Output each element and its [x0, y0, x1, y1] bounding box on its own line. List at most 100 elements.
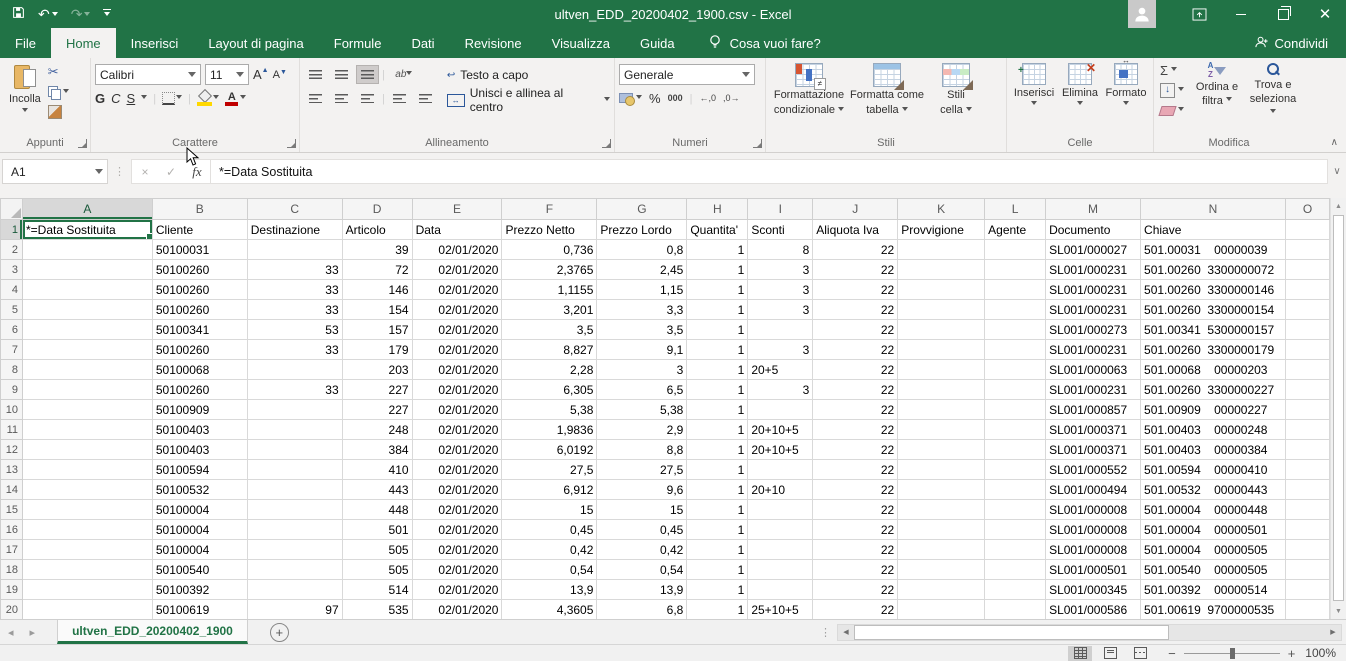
percent-style-button[interactable]: %	[649, 91, 661, 106]
cell-D19[interactable]: 514	[342, 580, 412, 600]
customize-qat-button[interactable]	[103, 9, 111, 19]
tab-revisione[interactable]: Revisione	[450, 28, 537, 58]
cell-I19[interactable]	[748, 580, 813, 600]
row-header-20[interactable]: 20	[1, 600, 23, 620]
underline-button[interactable]: S	[127, 91, 136, 106]
tab-dati[interactable]: Dati	[396, 28, 449, 58]
cell-H17[interactable]: 1	[687, 540, 748, 560]
increase-decimal-button[interactable]: ←,0	[699, 94, 716, 103]
scroll-right-icon[interactable]: ▶	[1325, 628, 1341, 636]
row-header-3[interactable]: 3	[1, 260, 23, 280]
cell-H16[interactable]: 1	[687, 520, 748, 540]
cell-A3[interactable]	[22, 260, 152, 280]
cell-G1[interactable]: Prezzo Lordo	[597, 220, 687, 240]
cell-F4[interactable]: 1,1155	[502, 280, 597, 300]
cell-J20[interactable]: 22	[813, 600, 898, 620]
cell-O18[interactable]	[1286, 560, 1330, 580]
cell-M5[interactable]: SL001/000231	[1046, 300, 1141, 320]
cell-H7[interactable]: 1	[687, 340, 748, 360]
scroll-down-icon[interactable]: ▼	[1331, 603, 1346, 619]
cell-B18[interactable]: 50100540	[152, 560, 247, 580]
cell-O13[interactable]	[1286, 460, 1330, 480]
cell-O17[interactable]	[1286, 540, 1330, 560]
formula-bar-splitter[interactable]: ⋮	[108, 165, 131, 178]
cell-M8[interactable]: SL001/000063	[1046, 360, 1141, 380]
column-header-G[interactable]: G	[597, 199, 687, 220]
next-sheet-icon[interactable]: ▸	[22, 626, 44, 639]
cell-H15[interactable]: 1	[687, 500, 748, 520]
cell-G8[interactable]: 3	[597, 360, 687, 380]
cell-G7[interactable]: 9,1	[597, 340, 687, 360]
cell-O20[interactable]	[1286, 600, 1330, 620]
format-painter-button[interactable]	[48, 104, 69, 120]
cell-I7[interactable]: 3	[748, 340, 813, 360]
cell-H4[interactable]: 1	[687, 280, 748, 300]
cell-O1[interactable]	[1286, 220, 1330, 240]
new-sheet-button[interactable]: +	[270, 623, 289, 642]
cell-J11[interactable]: 22	[813, 420, 898, 440]
cell-E7[interactable]: 02/01/2020	[412, 340, 502, 360]
cell-K17[interactable]	[898, 540, 985, 560]
align-right-button[interactable]	[356, 89, 379, 108]
cell-M19[interactable]: SL001/000345	[1046, 580, 1141, 600]
cell-N3[interactable]: 501.00260 3300000072	[1141, 260, 1286, 280]
cell-B19[interactable]: 50100392	[152, 580, 247, 600]
column-header-H[interactable]: H	[687, 199, 748, 220]
insert-function-button[interactable]: fx	[184, 164, 210, 180]
cell-A13[interactable]	[22, 460, 152, 480]
cell-I9[interactable]: 3	[748, 380, 813, 400]
cell-F10[interactable]: 5,38	[502, 400, 597, 420]
cell-F1[interactable]: Prezzo Netto	[502, 220, 597, 240]
cell-J10[interactable]: 22	[813, 400, 898, 420]
cell-I8[interactable]: 20+5	[748, 360, 813, 380]
cell-K4[interactable]	[898, 280, 985, 300]
cell-K10[interactable]	[898, 400, 985, 420]
cell-N17[interactable]: 501.00004 00000505	[1141, 540, 1286, 560]
cell-L16[interactable]	[985, 520, 1046, 540]
cell-G9[interactable]: 6,5	[597, 380, 687, 400]
cell-I14[interactable]: 20+10	[748, 480, 813, 500]
cell-N2[interactable]: 501.00031 00000039	[1141, 240, 1286, 260]
cell-C13[interactable]	[247, 460, 342, 480]
cell-L10[interactable]	[985, 400, 1046, 420]
cell-C4[interactable]: 33	[247, 280, 342, 300]
cell-I5[interactable]: 3	[748, 300, 813, 320]
cell-B3[interactable]: 50100260	[152, 260, 247, 280]
cut-button[interactable]: ✂	[48, 64, 69, 80]
column-header-C[interactable]: C	[247, 199, 342, 220]
vertical-scrollbar[interactable]: ▲ ▼	[1330, 198, 1346, 619]
cell-A15[interactable]	[22, 500, 152, 520]
cell-I16[interactable]	[748, 520, 813, 540]
zoom-level[interactable]: 100%	[1305, 646, 1336, 660]
cell-I11[interactable]: 20+10+5	[748, 420, 813, 440]
cell-A18[interactable]	[22, 560, 152, 580]
align-middle-button[interactable]	[330, 65, 353, 84]
cell-E12[interactable]: 02/01/2020	[412, 440, 502, 460]
cell-D12[interactable]: 384	[342, 440, 412, 460]
cell-J8[interactable]: 22	[813, 360, 898, 380]
cell-G17[interactable]: 0,42	[597, 540, 687, 560]
undo-button[interactable]: ↶	[38, 7, 58, 22]
cell-G6[interactable]: 3,5	[597, 320, 687, 340]
cell-F16[interactable]: 0,45	[502, 520, 597, 540]
cell-M10[interactable]: SL001/000857	[1046, 400, 1141, 420]
formula-input[interactable]: *=Data Sostituita	[211, 159, 1328, 184]
row-header-17[interactable]: 17	[1, 540, 23, 560]
allineamento-dialog-launcher[interactable]	[602, 139, 611, 148]
column-header-E[interactable]: E	[412, 199, 502, 220]
cell-H14[interactable]: 1	[687, 480, 748, 500]
cell-C15[interactable]	[247, 500, 342, 520]
increase-font-size-button[interactable]: A▲	[253, 67, 269, 82]
wrap-text-button[interactable]: ↩ Testo a capo	[447, 65, 610, 85]
cell-F7[interactable]: 8,827	[502, 340, 597, 360]
cell-E5[interactable]: 02/01/2020	[412, 300, 502, 320]
carattere-dialog-launcher[interactable]	[287, 139, 296, 148]
cell-O12[interactable]	[1286, 440, 1330, 460]
cell-A11[interactable]	[22, 420, 152, 440]
row-header-1[interactable]: 1	[1, 220, 23, 240]
number-format-select[interactable]: Generale	[619, 64, 755, 85]
cell-J6[interactable]: 22	[813, 320, 898, 340]
cell-D4[interactable]: 146	[342, 280, 412, 300]
cell-I15[interactable]	[748, 500, 813, 520]
account-avatar[interactable]	[1128, 0, 1156, 28]
